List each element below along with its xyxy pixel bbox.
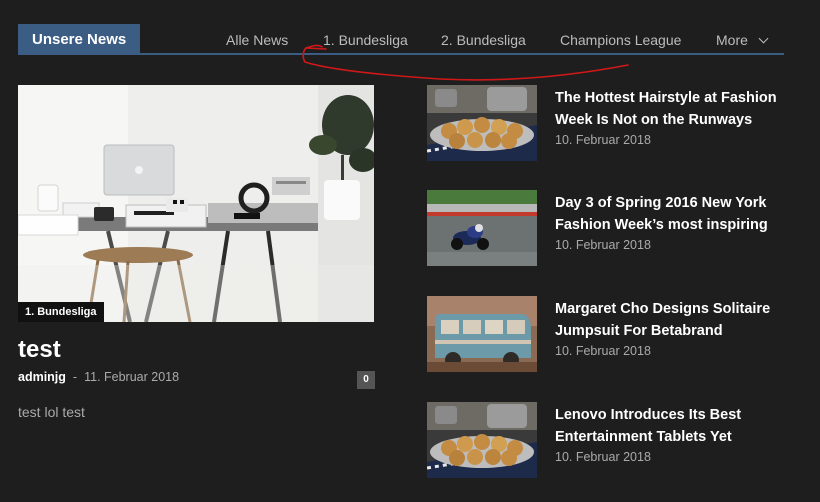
meta-separator: - (72, 370, 78, 384)
featured-date: 11. Februar 2018 (84, 370, 180, 384)
featured-title[interactable]: test (18, 336, 375, 364)
list-item[interactable]: Day 3 of Spring 2016 New York Fashion We… (427, 190, 797, 266)
article-date: 10. Februar 2018 (555, 133, 651, 147)
nav-more-dropdown[interactable]: More (716, 32, 769, 48)
category-nav: Alle News 1. Bundesliga 2. Bundesliga Ch… (18, 24, 784, 53)
featured-article[interactable]: 1. Bundesliga test adminjg - 11. Februar… (18, 85, 375, 420)
article-title[interactable]: The Hottest Hairstyle at Fashion Week Is… (555, 87, 790, 131)
thumbnail-motorcycle-race[interactable] (427, 190, 537, 266)
list-item[interactable]: Lenovo Introduces Its Best Entertainment… (427, 402, 797, 478)
list-item[interactable]: The Hottest Hairstyle at Fashion Week Is… (427, 85, 797, 161)
list-item[interactable]: Margaret Cho Designs Solitaire Jumpsuit … (427, 296, 797, 372)
nav-more-label: More (716, 32, 748, 48)
comment-count-badge[interactable]: 0 (357, 371, 375, 389)
category-badge[interactable]: 1. Bundesliga (18, 302, 104, 322)
article-title[interactable]: Day 3 of Spring 2016 New York Fashion We… (555, 192, 790, 236)
nav-2-bundesliga[interactable]: 2. Bundesliga (441, 32, 526, 48)
thumbnail-bread-rolls[interactable] (427, 402, 537, 478)
nav-alle-news[interactable]: Alle News (226, 32, 288, 48)
nav-champions-league[interactable]: Champions League (560, 32, 681, 48)
article-date: 10. Februar 2018 (555, 238, 651, 252)
featured-meta: adminjg - 11. Februar 2018 (18, 370, 375, 384)
thumbnail-bread-rolls[interactable] (427, 85, 537, 161)
nav-1-bundesliga[interactable]: 1. Bundesliga (323, 32, 408, 48)
news-block-header: Unsere News Alle News 1. Bundesliga 2. B… (18, 24, 784, 55)
featured-image-desk[interactable]: 1. Bundesliga (18, 85, 374, 322)
article-date: 10. Februar 2018 (555, 344, 651, 358)
author-link[interactable]: adminjg (18, 370, 66, 384)
featured-excerpt: test lol test (18, 404, 85, 420)
article-title[interactable]: Lenovo Introduces Its Best Entertainment… (555, 404, 790, 448)
chevron-down-icon (758, 33, 769, 44)
thumbnail-vintage-van[interactable] (427, 296, 537, 372)
article-date: 10. Februar 2018 (555, 450, 651, 464)
article-title[interactable]: Margaret Cho Designs Solitaire Jumpsuit … (555, 298, 790, 342)
